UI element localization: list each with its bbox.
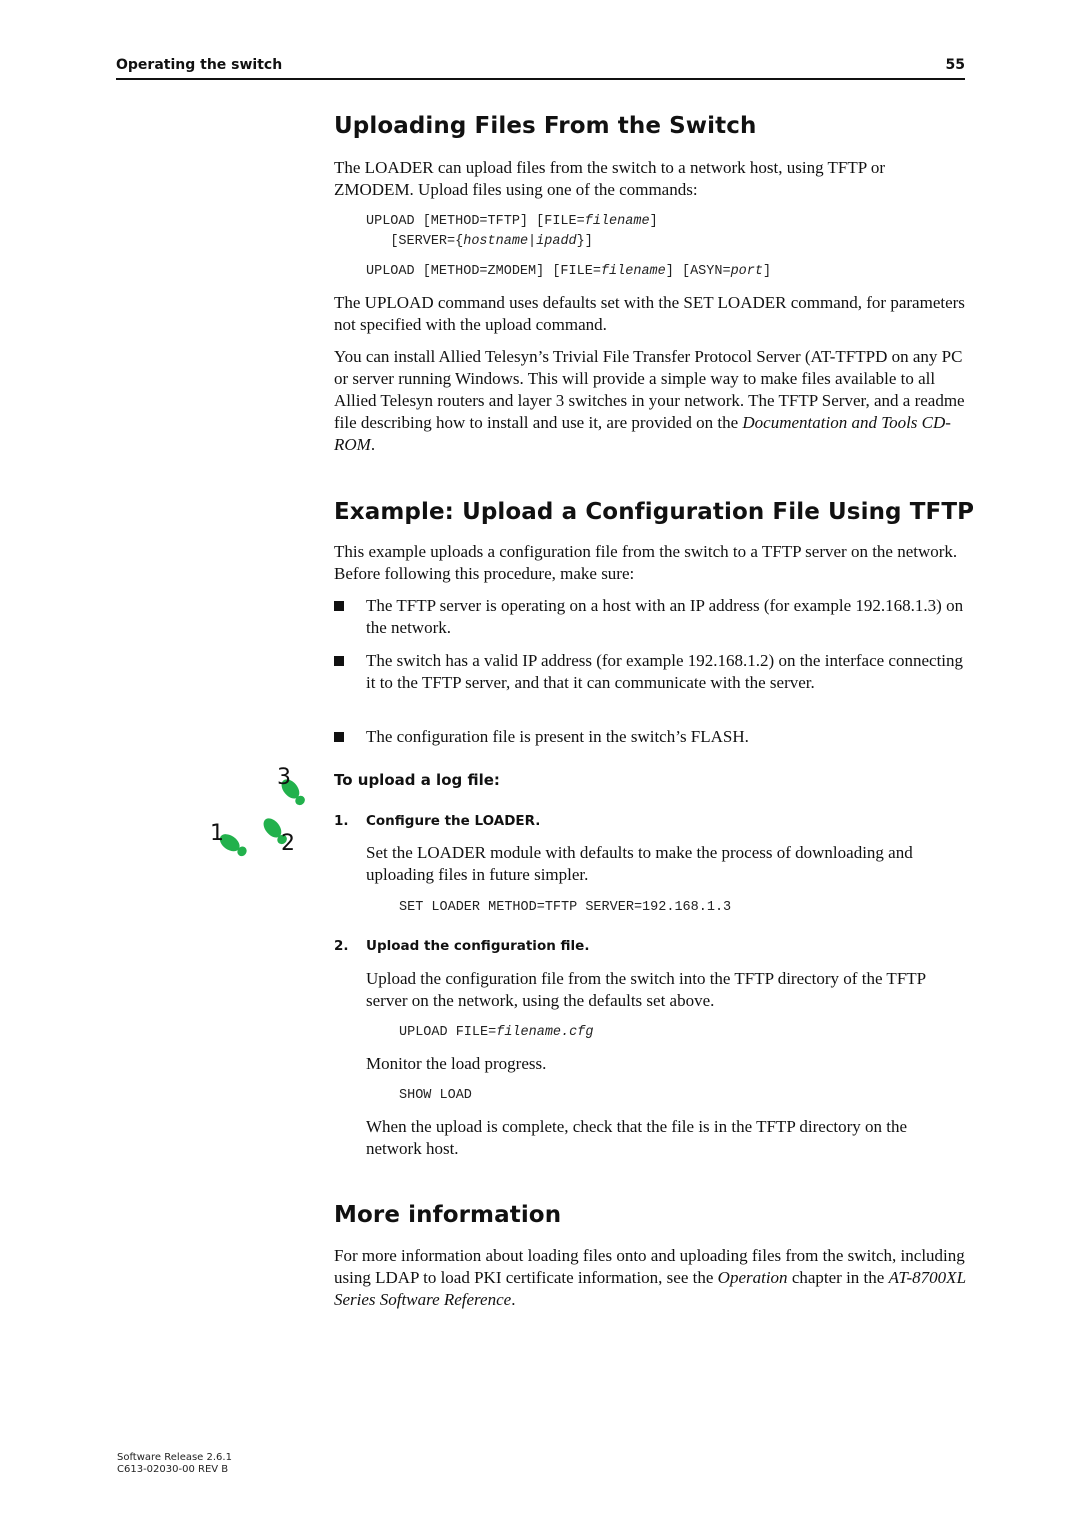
- tftpd-paragraph: You can install Allied Telesyn’s Trivial…: [334, 346, 970, 456]
- upload-file-command: UPLOAD FILE=filename.cfg: [399, 1023, 593, 1043]
- para-text: chapter in the: [787, 1268, 889, 1287]
- cmd-variable: hostname: [463, 234, 529, 249]
- cmd-variable: filename.cfg: [496, 1025, 594, 1040]
- step-1-body: Set the LOADER module with defaults to m…: [366, 843, 913, 884]
- cmd-text: ] [ASYN=: [665, 264, 731, 279]
- section-title: Operating the switch: [116, 57, 283, 73]
- software-release: Software Release 2.6.1: [117, 1452, 232, 1463]
- cmd-variable: filename: [600, 264, 666, 279]
- heading-example-upload: Example: Upload a Configuration File Usi…: [334, 499, 975, 525]
- cmd-text: ]: [762, 264, 772, 279]
- complete-text: When the upload is complete, check that …: [366, 1117, 908, 1158]
- cmd-text: UPLOAD FILE=: [399, 1025, 497, 1040]
- page-number: 55: [945, 57, 965, 73]
- uploading-intro: The LOADER can upload files from the swi…: [334, 158, 885, 199]
- footsteps-graphic: [219, 779, 305, 857]
- show-load-command: SHOW LOAD: [399, 1088, 472, 1103]
- bullet-text: The switch has a valid IP address (for e…: [366, 651, 964, 692]
- para-text: .: [370, 435, 376, 454]
- more-info-paragraph: For more information about loading files…: [334, 1245, 966, 1311]
- footstep-number: 1: [210, 821, 224, 846]
- para-text: .: [511, 1290, 516, 1309]
- document-number: C613-02030-00 REV B: [117, 1464, 229, 1475]
- step-2-body: Upload the configuration file from the s…: [366, 969, 926, 1010]
- running-header: Operating the switch 55: [116, 57, 965, 80]
- cmd-variable: filename: [584, 214, 650, 229]
- example-intro: This example uploads a configuration fil…: [334, 542, 958, 583]
- defaults-paragraph: The UPLOAD command uses defaults set wit…: [334, 293, 965, 334]
- cmd-text: UPLOAD [METHOD=ZMODEM] [FILE=: [366, 264, 601, 279]
- step-1-title: 1. Configure the LOADER.: [334, 813, 634, 833]
- step-title-text: Upload the configuration file.: [366, 938, 590, 954]
- procedure-title: To upload a log file:: [334, 771, 500, 789]
- cmd-text: }]: [576, 234, 593, 249]
- footstep-number: 3: [277, 765, 291, 790]
- footsteps-icon: 3 2 1: [205, 765, 325, 865]
- heading-more-information: More information: [334, 1202, 562, 1228]
- bullet-text: The TFTP server is operating on a host w…: [366, 596, 964, 637]
- bullet-square-icon: [334, 601, 344, 611]
- monitor-text: Monitor the load progress.: [366, 1054, 547, 1073]
- upload-zmodem-command: UPLOAD [METHOD=ZMODEM] [FILE=filename] […: [366, 262, 771, 282]
- cmd-separator: |: [528, 234, 537, 249]
- bullet-text: The configuration file is present in the…: [366, 727, 749, 746]
- bullet-item: The TFTP server is operating on a host w…: [334, 595, 966, 639]
- cmd-text: ]: [649, 214, 658, 229]
- bullet-square-icon: [334, 656, 344, 666]
- chapter-name: Operation: [717, 1268, 788, 1287]
- heading-uploading-files: Uploading Files From the Switch: [334, 113, 757, 139]
- step-number: 1.: [334, 813, 349, 829]
- upload-tftp-command: UPLOAD [METHOD=TFTP] [FILE=filename] [SE…: [366, 212, 658, 252]
- cmd-text: [SERVER={: [390, 234, 464, 249]
- bullet-item: The switch has a valid IP address (for e…: [334, 650, 966, 716]
- cmd-variable: ipadd: [536, 234, 577, 249]
- bullet-square-icon: [334, 732, 344, 742]
- cmd-text: UPLOAD [METHOD=TFTP] [FILE=: [366, 214, 585, 229]
- footstep-number: 2: [281, 831, 295, 856]
- set-loader-command: SET LOADER METHOD=TFTP SERVER=192.168.1.…: [399, 900, 732, 915]
- step-2-title: 2. Upload the configuration file.: [334, 938, 634, 958]
- step-number: 2.: [334, 938, 349, 954]
- step-title-text: Configure the LOADER.: [366, 813, 541, 829]
- bullet-item: The configuration file is present in the…: [334, 726, 966, 748]
- footer: Software Release 2.6.1 C613-02030-00 REV…: [117, 1452, 232, 1476]
- cmd-variable: port: [730, 264, 763, 279]
